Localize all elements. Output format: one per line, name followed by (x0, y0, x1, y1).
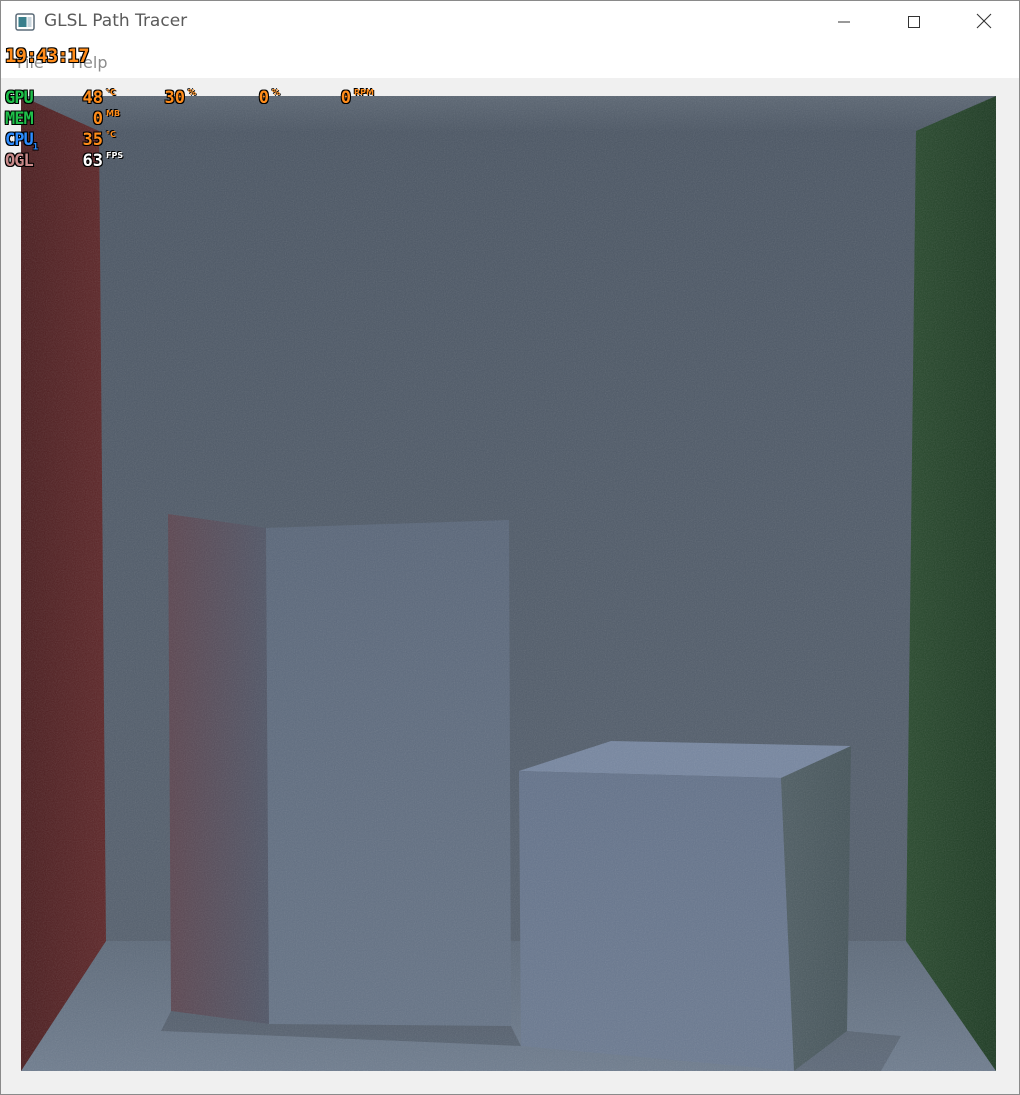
gpu-temp-value: 48 (82, 88, 103, 108)
close-icon (976, 13, 992, 33)
window-title: GLSL Path Tracer (44, 11, 188, 31)
overlay-label-ogl: OGL (5, 151, 34, 171)
gpu-fan-value: 0 (258, 88, 269, 108)
fps-value: 63 (82, 151, 103, 171)
cornell-box-render (21, 96, 996, 1071)
gpu-temp-unit: °C (106, 88, 116, 97)
fps-unit: FPS (106, 151, 124, 160)
mem-value: 0 (92, 109, 103, 129)
cpu-temp-value: 35 (82, 130, 103, 150)
overlay-label-mem: MEM (5, 109, 34, 129)
minimize-button[interactable] (809, 1, 879, 45)
title-bar[interactable]: GLSL Path Tracer (1, 1, 1019, 45)
gpu-load-value: 30 (164, 88, 185, 108)
overlay-label-gpu: GPU (5, 88, 34, 108)
app-window-icon (15, 12, 35, 32)
maximize-icon (907, 14, 921, 33)
gpu-fan-unit: % (272, 88, 281, 97)
app-window: GLSL Path Tracer File Help 19:43:17 GPU … (0, 0, 1020, 1095)
mem-unit: MB (106, 109, 121, 118)
render-viewport[interactable] (21, 96, 996, 1071)
close-button[interactable] (949, 1, 1019, 45)
cpu-label-text: CPU (5, 130, 34, 150)
minimize-icon (837, 14, 851, 33)
menu-bar: File Help (1, 45, 1019, 78)
gpu-rpm-value: 0 (340, 88, 351, 108)
overlay-label-cpu: CPU1 (5, 130, 39, 153)
render-noise (21, 96, 996, 1071)
gpu-load-unit: % (188, 88, 197, 97)
cpu-temp-unit: °C (106, 130, 116, 139)
overlay-clock: 19:43:17 (5, 45, 90, 67)
maximize-button[interactable] (879, 1, 949, 45)
cpu-label-sub: 1 (32, 142, 39, 153)
gpu-rpm-unit: RPM (354, 88, 374, 97)
